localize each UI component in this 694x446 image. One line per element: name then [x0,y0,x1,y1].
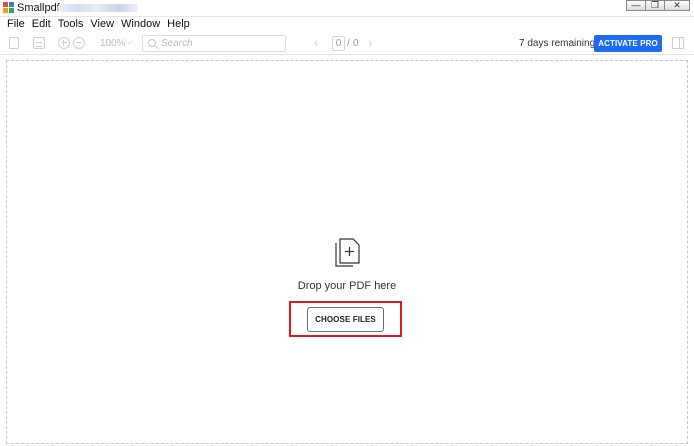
sidebar-toggle-icon[interactable] [672,37,684,49]
restore-icon: ❐ [650,0,660,10]
page-number-input[interactable]: 0 [332,36,345,51]
toolbar: 100% ⌵ ‹ 0 / 0 › 7 days remaining ACTIVA… [0,32,694,55]
menu-tools[interactable]: Tools [55,17,88,32]
print-icon[interactable] [33,37,45,49]
search-input[interactable] [161,37,281,50]
smallpdf-logo-icon [3,2,14,13]
restore-button[interactable]: ❐ [645,0,665,11]
menu-edit[interactable]: Edit [29,17,55,32]
drop-instruction: Drop your PDF here [297,280,397,292]
trial-remaining-text: 7 days remaining [519,38,596,49]
zoom-out-icon[interactable] [73,37,85,49]
menu-file[interactable]: File [4,17,29,32]
window-title: Smallpdf [17,2,60,14]
add-file-icon [335,238,360,267]
close-button[interactable]: ✕ [664,0,690,11]
window-controls: — ❐ ✕ [626,0,690,12]
page-separator: / [347,38,350,49]
next-page-icon[interactable]: › [368,35,372,50]
chevron-down-icon[interactable]: ⌵ [126,36,133,47]
search-box[interactable] [142,35,286,52]
minimize-button[interactable]: — [626,0,646,11]
menu-window[interactable]: Window [118,17,164,32]
activate-pro-button[interactable]: ACTIVATE PRO [594,35,662,52]
menu-bar: File Edit Tools View Window Help [0,17,694,32]
zoom-level[interactable]: 100% [100,38,126,49]
search-icon [148,39,156,47]
blurred-title-region [58,4,138,12]
title-bar: Smallpdf — ❐ ✕ [0,0,694,17]
minimize-icon: — [631,0,641,10]
zoom-in-icon[interactable] [58,37,70,49]
menu-view[interactable]: View [87,17,118,32]
menu-help[interactable]: Help [164,17,194,32]
close-icon: ✕ [673,0,681,10]
previous-page-icon[interactable]: ‹ [314,35,318,50]
page-total: 0 [353,38,359,49]
highlight-box [289,301,402,337]
page-view-icon[interactable] [9,37,19,49]
